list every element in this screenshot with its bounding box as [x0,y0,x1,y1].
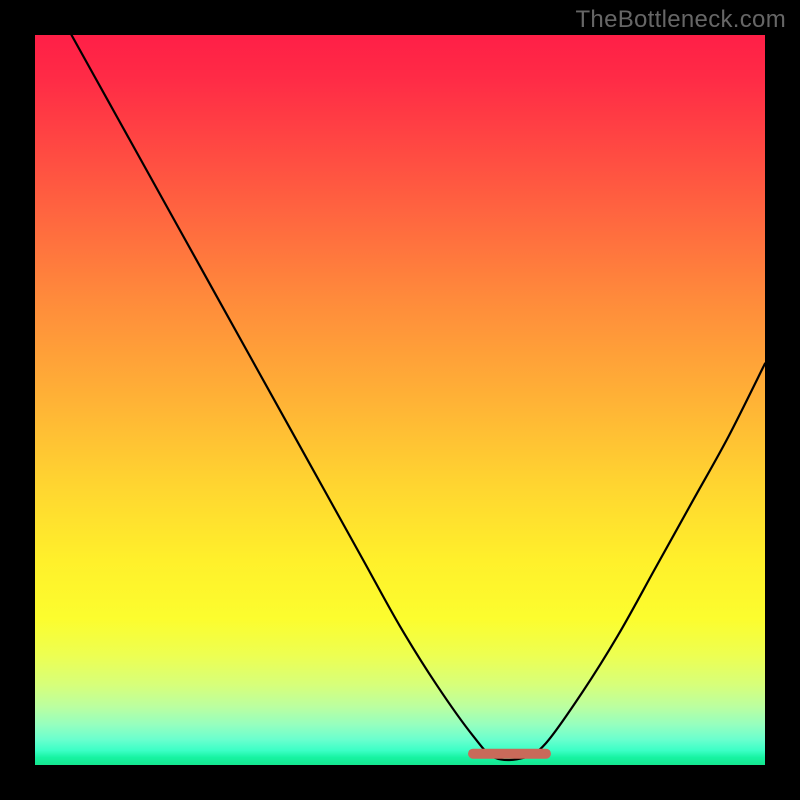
curve-layer [35,35,765,765]
watermark-text: TheBottleneck.com [575,6,786,34]
plot-area [35,35,765,765]
chart-frame: TheBottleneck.com [0,0,800,800]
bottleneck-curve [72,35,766,760]
